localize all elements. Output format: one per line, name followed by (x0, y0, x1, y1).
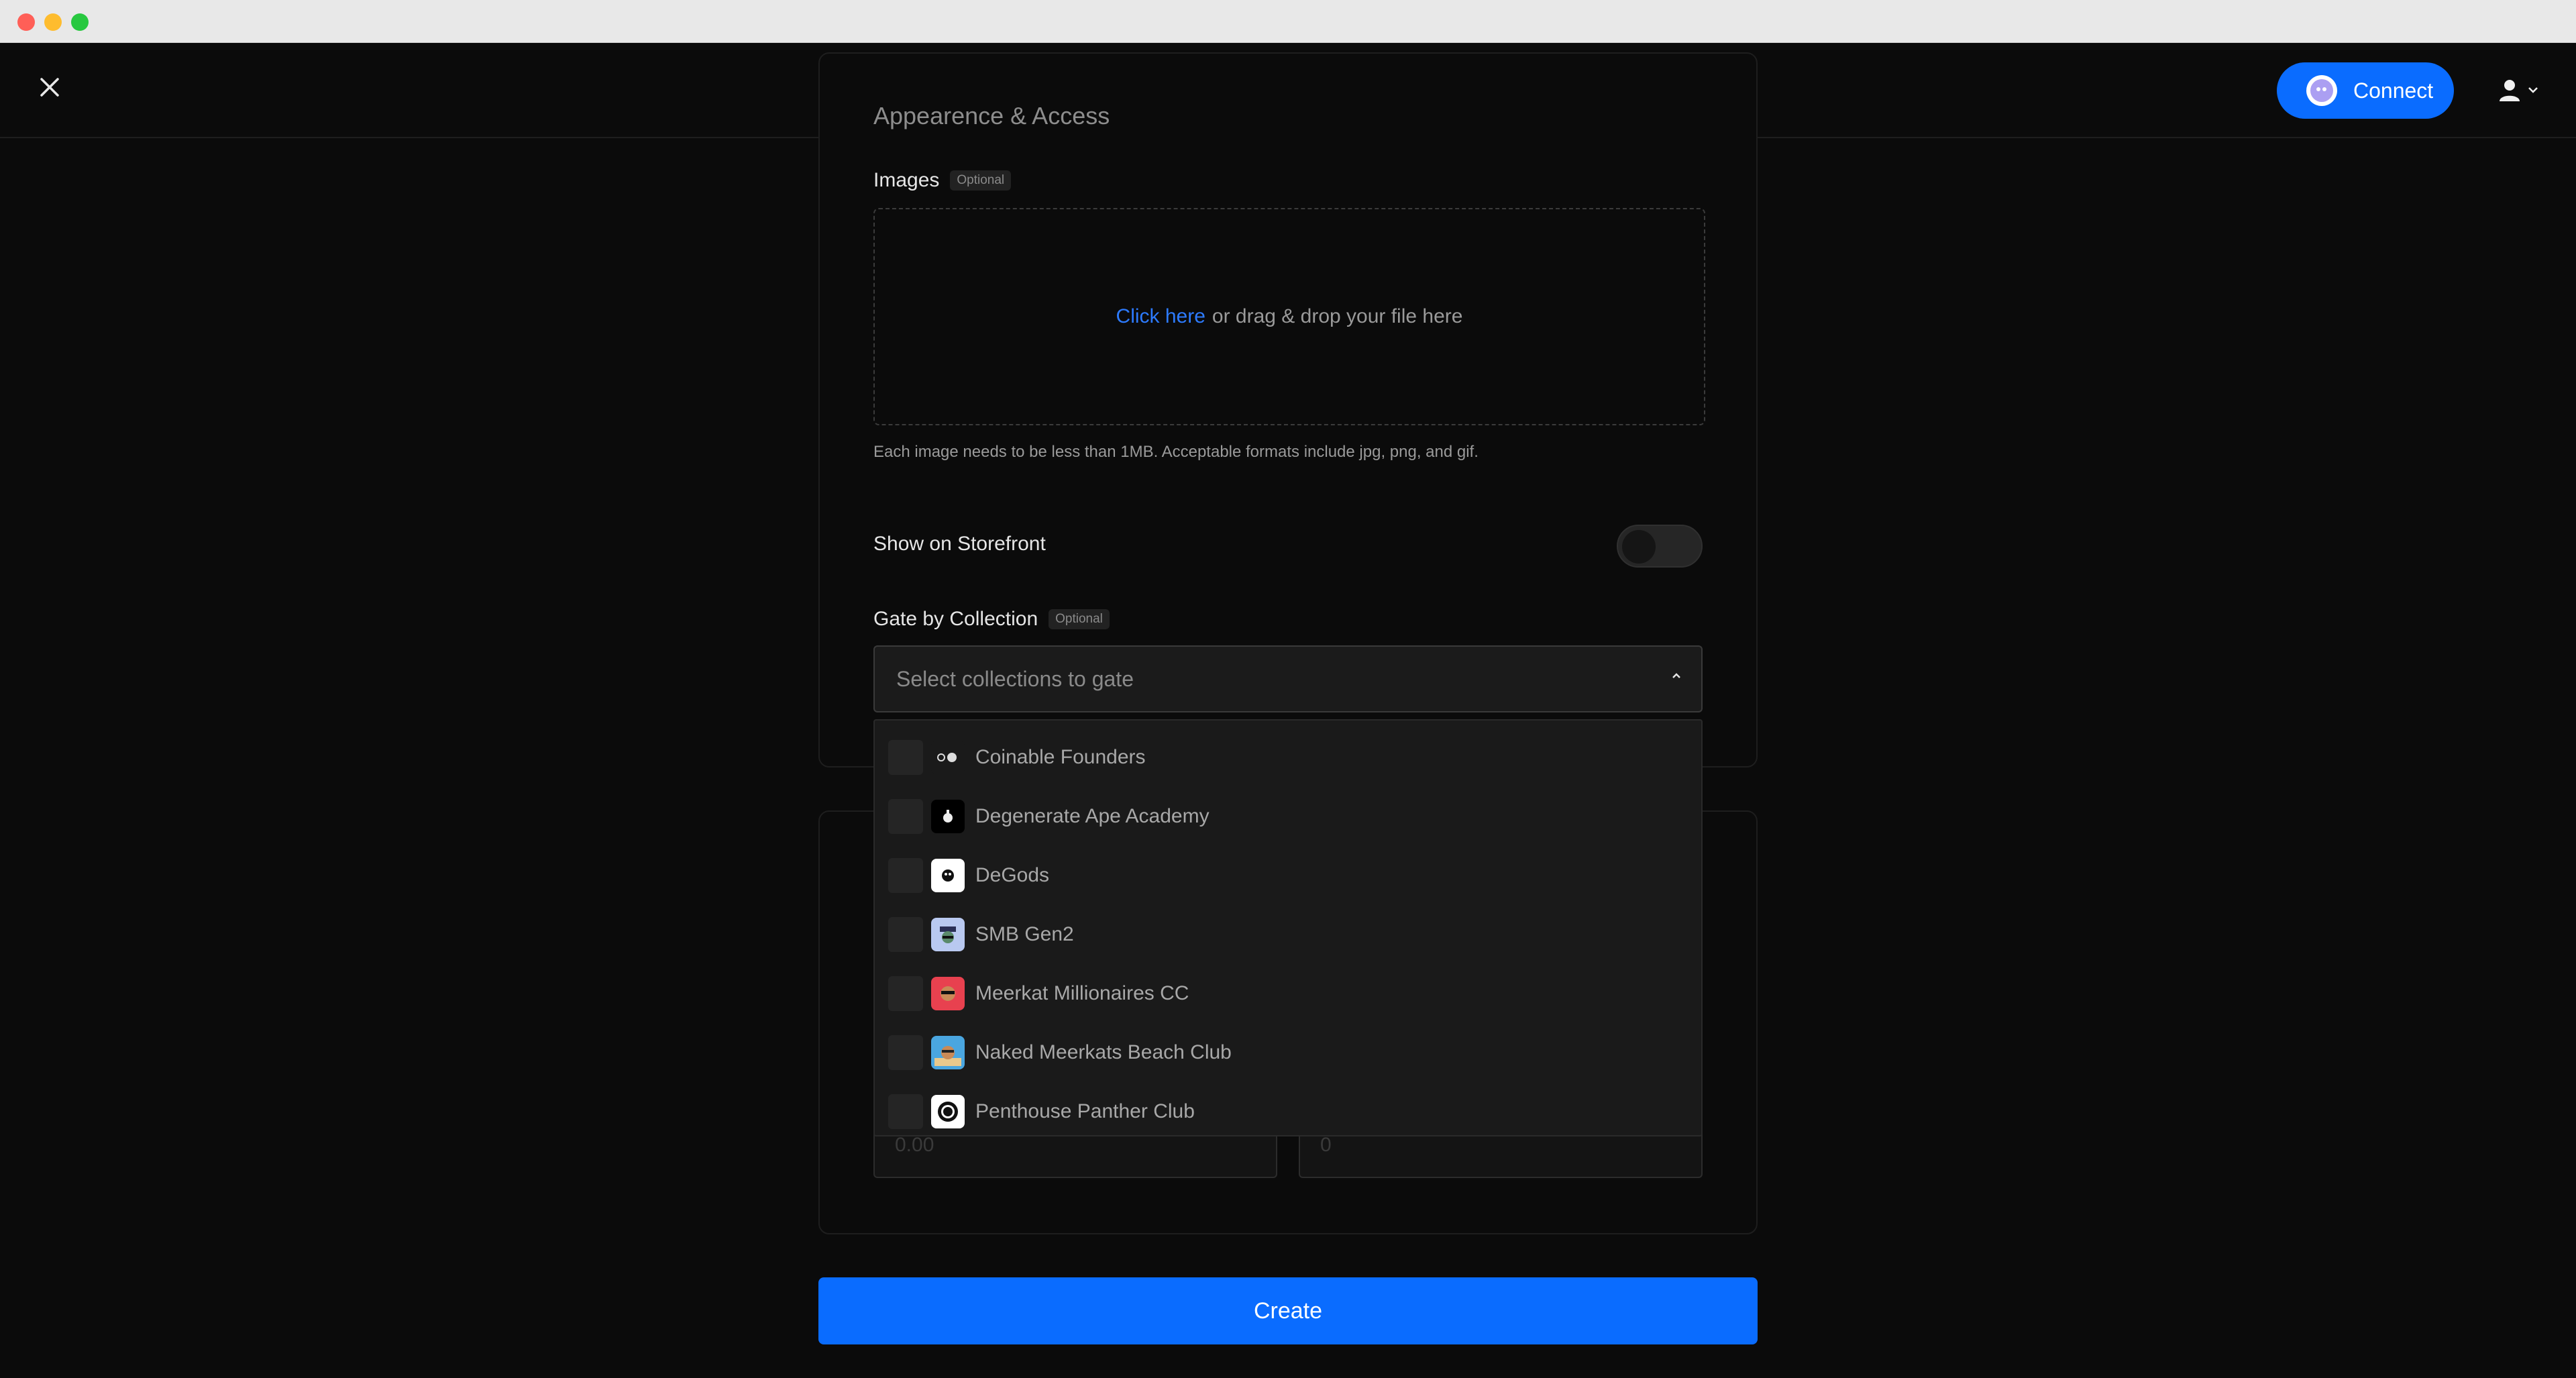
user-icon (2500, 80, 2520, 101)
option-label: Meerkat Millionaires CC (975, 982, 1189, 1004)
window-zoom-dot[interactable] (71, 13, 89, 31)
user-menu-button[interactable] (2497, 72, 2544, 107)
storefront-label: Show on Storefront (873, 533, 1046, 555)
section-title: Appearence & Access (873, 102, 1110, 129)
option-checkbox[interactable] (888, 917, 923, 952)
option-label: SMB Gen2 (975, 923, 1074, 945)
dropzone-text: or drag & drop your file here (1212, 305, 1463, 327)
chevron-up-icon (1672, 673, 1680, 678)
option-checkbox[interactable] (888, 1094, 923, 1129)
storefront-toggle[interactable] (1617, 525, 1703, 568)
connect-label: Connect (2353, 78, 2434, 103)
collection-dropdown: Coinable Founders Degenerate Ape Academy… (873, 719, 1703, 1136)
naked-meerkats-logo-icon (931, 1036, 965, 1069)
option-checkbox[interactable] (888, 858, 923, 893)
optional-badge: Optional (950, 170, 1012, 191)
window-close-dot[interactable] (17, 13, 35, 31)
ape-logo-icon (931, 800, 965, 833)
images-help-text: Each image needs to be less than 1MB. Ac… (873, 443, 1479, 461)
window-titlebar (0, 0, 2576, 43)
close-button[interactable] (32, 70, 67, 105)
option-checkbox[interactable] (888, 976, 923, 1011)
click-here-link[interactable]: Click here (1116, 305, 1205, 328)
toggle-knob (1622, 530, 1656, 564)
option-label: Coinable Founders (975, 746, 1146, 768)
smb-logo-icon (931, 918, 965, 951)
option-checkbox[interactable] (888, 1035, 923, 1070)
option-label: Degenerate Ape Academy (975, 805, 1210, 827)
option-label: Penthouse Panther Club (975, 1100, 1195, 1122)
meerkat-logo-icon (931, 977, 965, 1010)
panther-logo-icon (931, 1095, 965, 1128)
images-label-row: Images Optional (873, 169, 1012, 192)
image-dropzone[interactable]: Click here or drag & drop your file here (873, 208, 1705, 425)
degods-logo-icon (931, 859, 965, 892)
coinable-logo-icon (931, 741, 965, 774)
create-button[interactable]: Create (818, 1277, 1758, 1344)
collection-option[interactable]: Penthouse Panther Club (875, 1082, 1701, 1135)
collection-option[interactable]: DeGods (875, 846, 1701, 905)
option-label: Naked Meerkats Beach Club (975, 1041, 1232, 1063)
select-placeholder: Select collections to gate (896, 666, 1134, 691)
collection-option[interactable]: Degenerate Ape Academy (875, 787, 1701, 846)
option-checkbox[interactable] (888, 799, 923, 834)
gate-label: Gate by Collection (873, 608, 1038, 630)
collection-option[interactable]: Naked Meerkats Beach Club (875, 1023, 1701, 1082)
storefront-label-row: Show on Storefront (873, 533, 1046, 555)
gate-collection-select[interactable]: Select collections to gate (873, 645, 1703, 712)
images-label: Images (873, 169, 940, 191)
collection-option[interactable]: Meerkat Millionaires CC (875, 964, 1701, 1023)
chevron-down-icon (2528, 87, 2538, 93)
window-minimize-dot[interactable] (44, 13, 62, 31)
connect-wallet-button[interactable]: Connect (2277, 62, 2454, 119)
collection-option[interactable]: Coinable Founders (875, 728, 1701, 787)
option-checkbox[interactable] (888, 740, 923, 775)
close-icon (40, 78, 59, 97)
option-label: DeGods (975, 864, 1050, 886)
optional-badge: Optional (1049, 609, 1110, 629)
wallet-ghost-icon (2306, 75, 2337, 106)
gate-label-row: Gate by Collection Optional (873, 608, 1110, 631)
collection-option[interactable]: SMB Gen2 (875, 905, 1701, 964)
